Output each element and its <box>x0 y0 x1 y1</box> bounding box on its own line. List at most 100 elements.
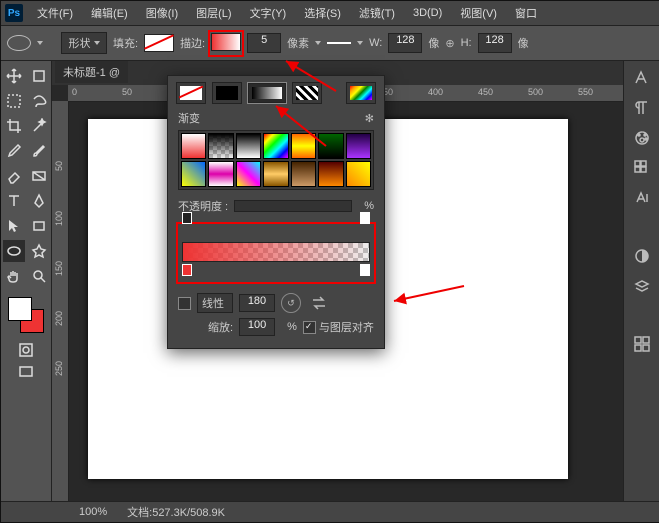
scale-input[interactable]: 100 <box>239 318 275 336</box>
lasso-tool[interactable] <box>28 90 50 112</box>
menu-select[interactable]: 选择(S) <box>296 3 349 23</box>
marquee-tool[interactable] <box>3 90 25 112</box>
gradient-preset[interactable] <box>346 133 371 159</box>
tool-preset-chevron-icon[interactable] <box>37 41 43 45</box>
menu-type[interactable]: 文字(Y) <box>242 3 295 23</box>
opacity-stop[interactable] <box>360 212 370 224</box>
fill-gradient-button[interactable] <box>248 83 286 103</box>
gradient-preset[interactable] <box>346 161 371 187</box>
gradient-preset[interactable] <box>291 133 316 159</box>
gradient-preset[interactable] <box>181 161 206 187</box>
adjustments-panel-icon[interactable] <box>630 245 654 267</box>
menu-file[interactable]: 文件(F) <box>29 3 81 23</box>
move-tool[interactable] <box>3 65 25 87</box>
shape-mode-dropdown[interactable]: 形状 <box>61 32 107 54</box>
color-swatches[interactable] <box>8 297 44 333</box>
zoom-tool[interactable] <box>28 265 50 287</box>
menu-filter[interactable]: 滤镜(T) <box>351 3 403 23</box>
gradient-preset[interactable] <box>236 161 261 187</box>
width-input[interactable]: 128 <box>388 33 422 53</box>
properties-panel-icon[interactable] <box>630 333 654 355</box>
menu-layer[interactable]: 图层(L) <box>188 3 239 23</box>
app-logo: Ps <box>5 4 23 22</box>
gradient-preset[interactable] <box>318 133 343 159</box>
ellipse-tool[interactable] <box>3 240 25 262</box>
angle-dial[interactable]: ↺ <box>281 293 301 313</box>
gradient-preset[interactable] <box>291 161 316 187</box>
gradient-preset[interactable] <box>263 161 288 187</box>
ruler-tick: 50 <box>54 161 64 171</box>
align-checkbox[interactable]: 与图层对齐 <box>303 319 374 335</box>
gradient-preset[interactable] <box>236 133 261 159</box>
ruler-tick: 450 <box>478 87 493 97</box>
menu-3d[interactable]: 3D(D) <box>405 5 450 21</box>
path-select-tool[interactable] <box>3 215 25 237</box>
gear-icon[interactable]: ✻ <box>365 112 374 125</box>
px-label-2: 像 <box>518 35 529 51</box>
options-bar: 形状 填充: 描边: 5 像素 W: 128 像 ⊕ H: 128 像 <box>1 26 659 61</box>
color-picker-button[interactable] <box>346 82 376 104</box>
gradient-tool[interactable] <box>28 165 50 187</box>
ruler-tick: 250 <box>54 361 64 376</box>
eyedropper-tool[interactable] <box>3 140 25 162</box>
reverse-gradient-icon[interactable] <box>307 292 331 314</box>
ruler-tick: 500 <box>528 87 543 97</box>
paragraph-panel-icon[interactable] <box>630 97 654 119</box>
hand-tool[interactable] <box>3 265 25 287</box>
gradient-style-dropdown[interactable]: 线性 <box>197 293 233 313</box>
rectangle-tool[interactable] <box>28 215 50 237</box>
menu-window[interactable]: 窗口 <box>507 3 545 23</box>
gradient-preset[interactable] <box>208 133 233 159</box>
stroke-width-chevron-icon[interactable] <box>315 41 321 45</box>
fill-pattern-button[interactable] <box>292 82 322 104</box>
brush-tool[interactable] <box>28 140 50 162</box>
pen-tool[interactable] <box>28 190 50 212</box>
fill-solid-button[interactable] <box>212 82 242 104</box>
quickmask-toggle[interactable] <box>15 339 37 361</box>
ruler-vertical[interactable]: 50 100 150 200 250 <box>52 101 69 502</box>
ellipse-tool-icon[interactable] <box>7 35 31 51</box>
crop-tool[interactable] <box>3 115 25 137</box>
menu-image[interactable]: 图像(I) <box>138 3 186 23</box>
align-label: 与图层对齐 <box>319 319 374 335</box>
height-input[interactable]: 128 <box>478 33 512 53</box>
layers-panel-icon[interactable] <box>630 275 654 297</box>
ruler-tick: 200 <box>54 311 64 326</box>
swatches-panel-icon[interactable] <box>630 157 654 179</box>
angle-input[interactable]: 180 <box>239 294 275 312</box>
foreground-color-swatch[interactable] <box>8 297 32 321</box>
artboard-tool[interactable] <box>28 65 50 87</box>
color-stop[interactable] <box>360 264 370 276</box>
gradient-preset[interactable] <box>263 133 288 159</box>
opacity-slider[interactable] <box>234 200 352 212</box>
stroke-swatch[interactable] <box>211 33 241 51</box>
color-stop[interactable] <box>182 264 192 276</box>
gradient-style-label: 线性 <box>202 295 224 311</box>
custom-shape-tool[interactable] <box>28 240 50 262</box>
gradient-bar[interactable] <box>182 242 370 262</box>
color-panel-icon[interactable] <box>630 127 654 149</box>
type-tool[interactable] <box>3 190 25 212</box>
screenmode-toggle[interactable] <box>15 361 37 383</box>
menu-view[interactable]: 视图(V) <box>452 3 505 23</box>
gradient-preset[interactable] <box>181 133 206 159</box>
gradient-preset[interactable] <box>208 161 233 187</box>
gradient-preset[interactable] <box>318 161 343 187</box>
link-wh-icon[interactable]: ⊕ <box>445 37 454 50</box>
fill-none-button[interactable] <box>176 82 206 104</box>
fill-swatch[interactable] <box>144 34 174 52</box>
opacity-unit: % <box>364 200 374 212</box>
gradient-section-label: 渐变 <box>178 110 200 126</box>
stroke-style-preview[interactable] <box>327 42 351 44</box>
menu-edit[interactable]: 编辑(E) <box>83 3 136 23</box>
glyphs-panel-icon[interactable] <box>630 187 654 209</box>
magic-wand-tool[interactable] <box>28 115 50 137</box>
style-checkbox-wrap[interactable] <box>178 297 191 310</box>
opacity-stop[interactable] <box>182 212 192 224</box>
fill-label: 填充: <box>113 35 138 51</box>
zoom-level[interactable]: 100% <box>79 506 107 518</box>
stroke-width-input[interactable]: 5 <box>247 33 281 53</box>
eraser-tool[interactable] <box>3 165 25 187</box>
character-panel-icon[interactable] <box>630 67 654 89</box>
stroke-style-chevron-icon[interactable] <box>357 41 363 45</box>
